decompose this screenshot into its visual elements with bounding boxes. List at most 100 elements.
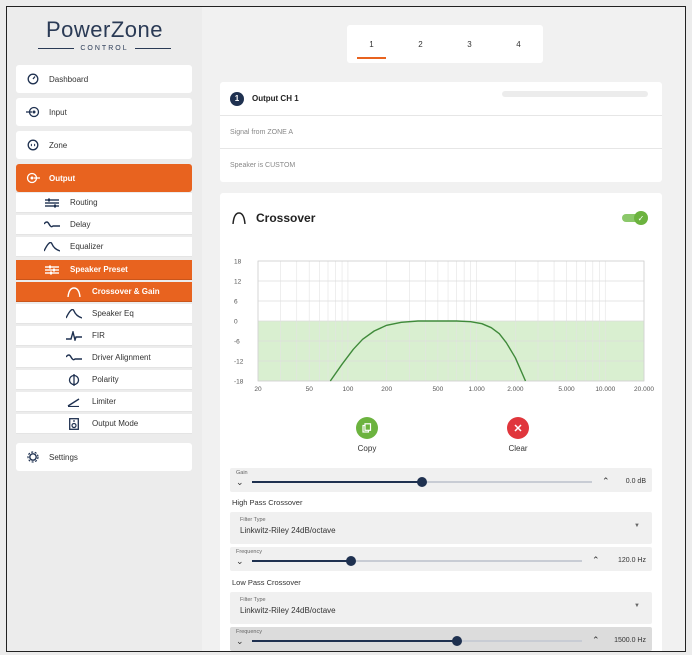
channel-card: 1 Output CH 1 Signal from ZONE A Speaker… [220, 82, 662, 182]
y-tick-label: -18 [234, 379, 244, 386]
crossover-icon [66, 286, 82, 298]
caret-down-icon: ▼ [634, 523, 640, 529]
gain-slider[interactable]: Gain ⌄ ⌃ 0.0 dB [230, 468, 652, 492]
chevron-down-icon[interactable]: ⌄ [236, 636, 244, 647]
sidebar-item-limiter[interactable]: Limiter [16, 392, 192, 412]
copy-button[interactable]: Copy [356, 417, 378, 453]
chevron-down-icon[interactable]: ⌄ [236, 477, 244, 488]
channel-title: Output CH 1 [252, 94, 299, 103]
crossover-card: Crossover ✓ 18 12 6 0 -6 -12 -18 20 50 100 200 500 1… [220, 193, 662, 651]
high-pass-filter-value: Linkwitz-Riley 24dB/octave [240, 526, 336, 535]
high-pass-title: High Pass Crossover [232, 498, 303, 507]
output-mode-icon [66, 417, 82, 430]
speaker-preset-icon [44, 264, 60, 276]
sidebar-item-settings[interactable]: Settings [16, 443, 192, 471]
low-pass-filter-select[interactable]: Filter Type Linkwitz-Riley 24dB/octave ▼ [230, 592, 652, 624]
fir-icon [66, 330, 82, 342]
sidebar: PowerZone CONTROL Dashboard Input Zone O… [7, 7, 202, 651]
close-icon [507, 417, 529, 439]
output-icon [26, 171, 40, 185]
crossover-title: Crossover [256, 211, 316, 225]
routing-icon [44, 197, 60, 209]
input-icon [26, 105, 40, 119]
logo: PowerZone CONTROL [7, 7, 202, 59]
sidebar-item-dashboard[interactable]: Dashboard [16, 65, 192, 93]
y-tick-label: 18 [234, 259, 242, 266]
y-tick-label: -12 [234, 359, 244, 366]
gain-label: Gain [236, 470, 248, 476]
chevron-down-icon[interactable]: ⌄ [236, 556, 244, 567]
copy-icon [356, 417, 378, 439]
high-pass-filter-select[interactable]: Filter Type Linkwitz-Riley 24dB/octave ▼ [230, 512, 652, 544]
zone-icon [26, 138, 40, 152]
tab-1[interactable]: 1 [347, 25, 396, 63]
y-tick-label: 6 [234, 299, 238, 306]
tab-4[interactable]: 4 [494, 25, 543, 63]
sidebar-item-crossover-gain[interactable]: Crossover & Gain [16, 282, 192, 302]
sidebar-item-zone[interactable]: Zone [16, 131, 192, 159]
gain-value: 0.0 dB [625, 478, 646, 485]
passband-region [258, 321, 644, 381]
equalizer-icon [44, 241, 60, 253]
signal-source-text: Signal from ZONE A [230, 128, 294, 136]
high-pass-slider-handle[interactable] [346, 556, 356, 566]
tab-2[interactable]: 2 [396, 25, 445, 63]
clear-button[interactable]: Clear [507, 417, 529, 453]
speaker-type-text: Speaker is CUSTOM [230, 162, 296, 169]
low-pass-slider-handle[interactable] [451, 636, 462, 646]
sidebar-item-polarity[interactable]: Polarity [16, 370, 192, 390]
tab-3[interactable]: 3 [445, 25, 494, 63]
crossover-chart: 18 12 6 0 -6 -12 -18 20 50 100 200 500 1.000 2.000 5.0… [230, 255, 660, 397]
speaker-eq-icon [66, 308, 82, 320]
caret-down-icon: ▼ [634, 603, 640, 609]
sidebar-item-delay[interactable]: Delay [16, 215, 192, 235]
settings-icon [26, 450, 40, 464]
sidebar-item-output[interactable]: Output [16, 164, 192, 192]
x-tick-label: 2.000 [507, 386, 524, 393]
x-tick-label: 20.000 [634, 386, 654, 393]
low-pass-title: Low Pass Crossover [232, 578, 301, 587]
app-window: PowerZone CONTROL Dashboard Input Zone O… [6, 6, 686, 652]
check-icon: ✓ [634, 211, 648, 225]
x-tick-label: 20 [254, 386, 262, 393]
x-tick-label: 50 [306, 386, 314, 393]
x-tick-label: 100 [343, 386, 354, 393]
low-pass-filter-value: Linkwitz-Riley 24dB/octave [240, 606, 336, 615]
logo-title: PowerZone [45, 17, 163, 42]
crossover-enable-toggle[interactable]: ✓ [622, 211, 648, 225]
y-tick-label: -6 [234, 339, 240, 346]
channel-tabs: 1 2 3 4 [347, 25, 543, 63]
x-tick-label: 5.000 [558, 386, 575, 393]
channel-level-bar [502, 91, 648, 97]
sidebar-item-speaker-eq[interactable]: Speaker Eq [16, 304, 192, 324]
sidebar-item-driver-alignment[interactable]: Driver Alignment [16, 348, 192, 368]
low-pass-frequency-slider[interactable]: Frequency ⌄ ⌃ 1500.0 Hz [230, 627, 652, 651]
x-tick-label: 500 [432, 386, 443, 393]
sidebar-item-input[interactable]: Input [16, 98, 192, 126]
sidebar-item-fir[interactable]: FIR [16, 326, 192, 346]
x-tick-label: 10.000 [595, 386, 615, 393]
driver-alignment-icon [66, 352, 82, 364]
chevron-up-icon[interactable]: ⌃ [602, 476, 610, 487]
x-tick-label: 200 [381, 386, 392, 393]
high-pass-frequency-slider[interactable]: Frequency ⌄ ⌃ 120.0 Hz [230, 547, 652, 571]
high-pass-frequency-value: 120.0 Hz [617, 557, 646, 564]
chevron-up-icon[interactable]: ⌃ [592, 635, 600, 646]
sidebar-item-output-mode[interactable]: Output Mode [16, 414, 192, 434]
low-pass-frequency-value: 1500.0 Hz [614, 637, 646, 644]
limiter-icon [66, 396, 82, 408]
logo-subtitle: CONTROL [80, 45, 129, 52]
polarity-icon [66, 373, 82, 386]
sidebar-item-equalizer[interactable]: Equalizer [16, 237, 192, 257]
sidebar-item-speaker-preset[interactable]: Speaker Preset [16, 260, 192, 280]
chevron-up-icon[interactable]: ⌃ [592, 555, 600, 566]
copy-label: Copy [357, 444, 377, 453]
channel-number-badge: 1 [230, 91, 244, 106]
crossover-icon [232, 212, 246, 224]
crossover-chart-svg: 18 12 6 0 -6 -12 -18 20 50 100 200 500 1.000 2.000 5.0… [234, 259, 654, 394]
sidebar-item-routing[interactable]: Routing [16, 193, 192, 213]
gain-slider-handle[interactable] [417, 477, 427, 487]
delay-icon [44, 219, 60, 231]
clear-label: Clear [508, 444, 528, 453]
y-tick-label: 12 [234, 279, 242, 286]
